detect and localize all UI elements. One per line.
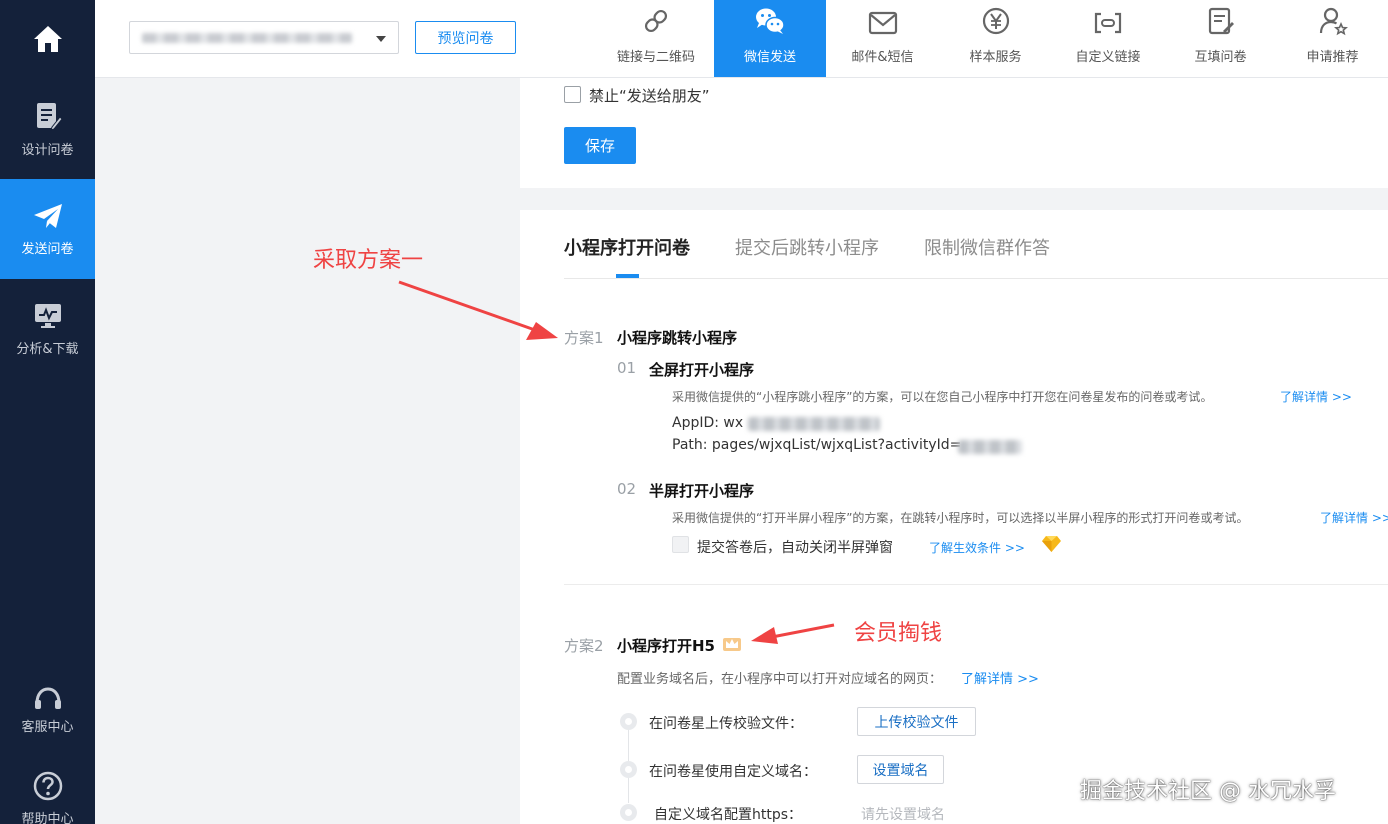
step1-title: 全屏打开小程序 [649, 361, 755, 379]
sidebar-item-label: 发送问卷 [21, 241, 74, 257]
question-circle-icon [33, 771, 62, 801]
tab-label: 样本服务 [969, 50, 1022, 65]
sidebar-item-label: 设计问卷 [21, 142, 74, 158]
preview-button[interactable]: 预览问卷 [415, 21, 516, 54]
tab-divider [564, 278, 1388, 279]
annotation-arrow-plan2 [751, 623, 835, 644]
step-indicator [620, 761, 637, 778]
save-button[interactable]: 保存 [564, 127, 636, 164]
tab-mutual-fill[interactable]: 互填问卷 [1164, 0, 1277, 77]
step1-learn-more-link[interactable]: 了解详情 >> [1280, 388, 1352, 405]
sidebar-item-help[interactable]: 帮助中心 [0, 770, 95, 824]
custom-link-icon [1094, 12, 1122, 34]
plan1-title: 小程序跳转小程序 [617, 329, 738, 347]
auto-close-label: 提交答卷后，自动关闭半屏弹窗 [697, 540, 893, 556]
tab-redirect-miniprogram[interactable]: 提交后跳转小程序 [735, 234, 879, 260]
tab-sample-service[interactable]: 样本服务 [939, 0, 1052, 77]
step-indicator [620, 804, 637, 821]
watermark: 掘金技术社区 @ 水冗水孚 [1080, 779, 1336, 804]
condition-link[interactable]: 了解生效条件 >> [929, 539, 1025, 556]
sidebar-item-design[interactable]: 设计问卷 [0, 79, 95, 179]
appid-text: AppID: wx [672, 415, 744, 431]
https-config-label: 自定义域名配置https： [654, 807, 803, 823]
step2-learn-more-link[interactable]: 了解详情 >> [1320, 509, 1388, 526]
monitor-chart-icon [34, 303, 61, 328]
plan1-tag: 方案1 [564, 329, 604, 347]
tab-miniprogram-open[interactable]: 小程序打开问卷 [564, 234, 690, 260]
activity-id-redacted [958, 440, 1022, 454]
plan2-tag: 方案2 [564, 637, 604, 655]
tab-email-sms[interactable]: 邮件&短信 [826, 0, 939, 77]
plan2-learn-more-link[interactable]: 了解详情 >> [961, 668, 1039, 687]
sidebar-item-label: 帮助中心 [21, 812, 74, 824]
miniprogram-panel: 小程序打开问卷 提交后跳转小程序 限制微信群作答 方案1 小程序跳转小程序 01… [520, 210, 1388, 824]
tab-wechat-send[interactable]: 微信发送 [714, 0, 826, 77]
survey-name-redacted [142, 33, 352, 43]
sidebar-item-send[interactable]: 发送问卷 [0, 179, 95, 279]
crown-icon [723, 638, 741, 651]
tab-label: 自定义链接 [1075, 50, 1141, 65]
step2-description: 采用微信提供的“打开半屏小程序”的方案，在跳转小程序时，可以选择以半屏小程序的形… [672, 511, 1249, 525]
set-domain-button[interactable]: 设置域名 [857, 755, 944, 784]
mail-icon [868, 11, 897, 35]
sidebar: 设计问卷 发送问卷 分析&下载 客服中心 帮助中心 [0, 0, 95, 824]
forbid-share-checkbox[interactable] [564, 86, 581, 103]
form-edit-icon [1208, 7, 1234, 35]
upload-verify-button[interactable]: 上传校验文件 [857, 707, 976, 736]
path-text: Path: pages/wjxqList/wjxqList?activityId… [672, 437, 962, 453]
step1-description: 采用微信提供的“小程序跳小程序”的方案，可以在您自己小程序中打开您在问卷星发布的… [672, 390, 1213, 404]
custom-domain-label: 在问卷星使用自定义域名： [649, 764, 817, 780]
tab-label: 互填问卷 [1194, 50, 1247, 65]
link-icon [644, 9, 668, 33]
appid-redacted [748, 417, 880, 431]
tab-label: 申请推荐 [1306, 50, 1359, 65]
headset-icon [34, 687, 61, 709]
tab-link-qrcode[interactable]: 链接与二维码 [599, 0, 713, 77]
annotation-plan2: 会员掏钱 [854, 621, 943, 646]
sidebar-item-label: 客服中心 [21, 720, 74, 735]
forbid-share-label: 禁止“发送给朋友” [589, 87, 710, 105]
chevron-down-icon [376, 36, 386, 42]
plan2-description: 配置业务域名后，在小程序中可以打开对应域名的网页： [617, 672, 943, 687]
step-connector [628, 777, 629, 803]
tab-limit-wechat-group[interactable]: 限制微信群作答 [924, 234, 1050, 260]
sidebar-item-analysis[interactable]: 分析&下载 [0, 279, 95, 379]
tab-recommend[interactable]: 申请推荐 [1277, 0, 1388, 77]
annotation-plan1: 采取方案一 [313, 248, 424, 273]
settings-panel: 禁止“发送给朋友” 保存 [520, 78, 1388, 188]
survey-select[interactable] [129, 21, 399, 54]
yen-coin-icon [982, 7, 1009, 35]
topbar: 预览问卷 链接与二维码 微信发送 邮件&短信 样本服务 自定义链接 互填问卷 申… [95, 0, 1388, 78]
step2-number: 02 [617, 480, 637, 498]
document-edit-icon [36, 102, 62, 131]
tab-label: 微信发送 [743, 50, 796, 65]
user-star-icon [1319, 7, 1348, 36]
tab-custom-link[interactable]: 自定义链接 [1052, 0, 1164, 77]
plan2-title: 小程序打开H5 [617, 637, 715, 655]
auto-close-checkbox[interactable] [672, 536, 689, 553]
step1-number: 01 [617, 359, 637, 377]
home-icon [33, 26, 62, 52]
sidebar-item-label: 分析&下载 [16, 341, 79, 357]
home-button[interactable] [0, 0, 95, 78]
tab-label: 链接与二维码 [616, 50, 695, 65]
sidebar-item-support[interactable]: 客服中心 [0, 686, 95, 735]
tab-label: 邮件&短信 [851, 50, 914, 65]
paper-plane-icon [33, 203, 62, 228]
set-domain-first-text: 请先设置域名 [861, 807, 945, 823]
upload-verify-label: 在问卷星上传校验文件： [649, 716, 803, 732]
annotation-arrow-plan1 [398, 280, 558, 340]
wechat-icon [756, 8, 785, 34]
step-indicator [620, 713, 637, 730]
step2-title: 半屏打开小程序 [649, 482, 755, 500]
plan-divider [564, 584, 1388, 585]
diamond-icon [1042, 536, 1061, 552]
